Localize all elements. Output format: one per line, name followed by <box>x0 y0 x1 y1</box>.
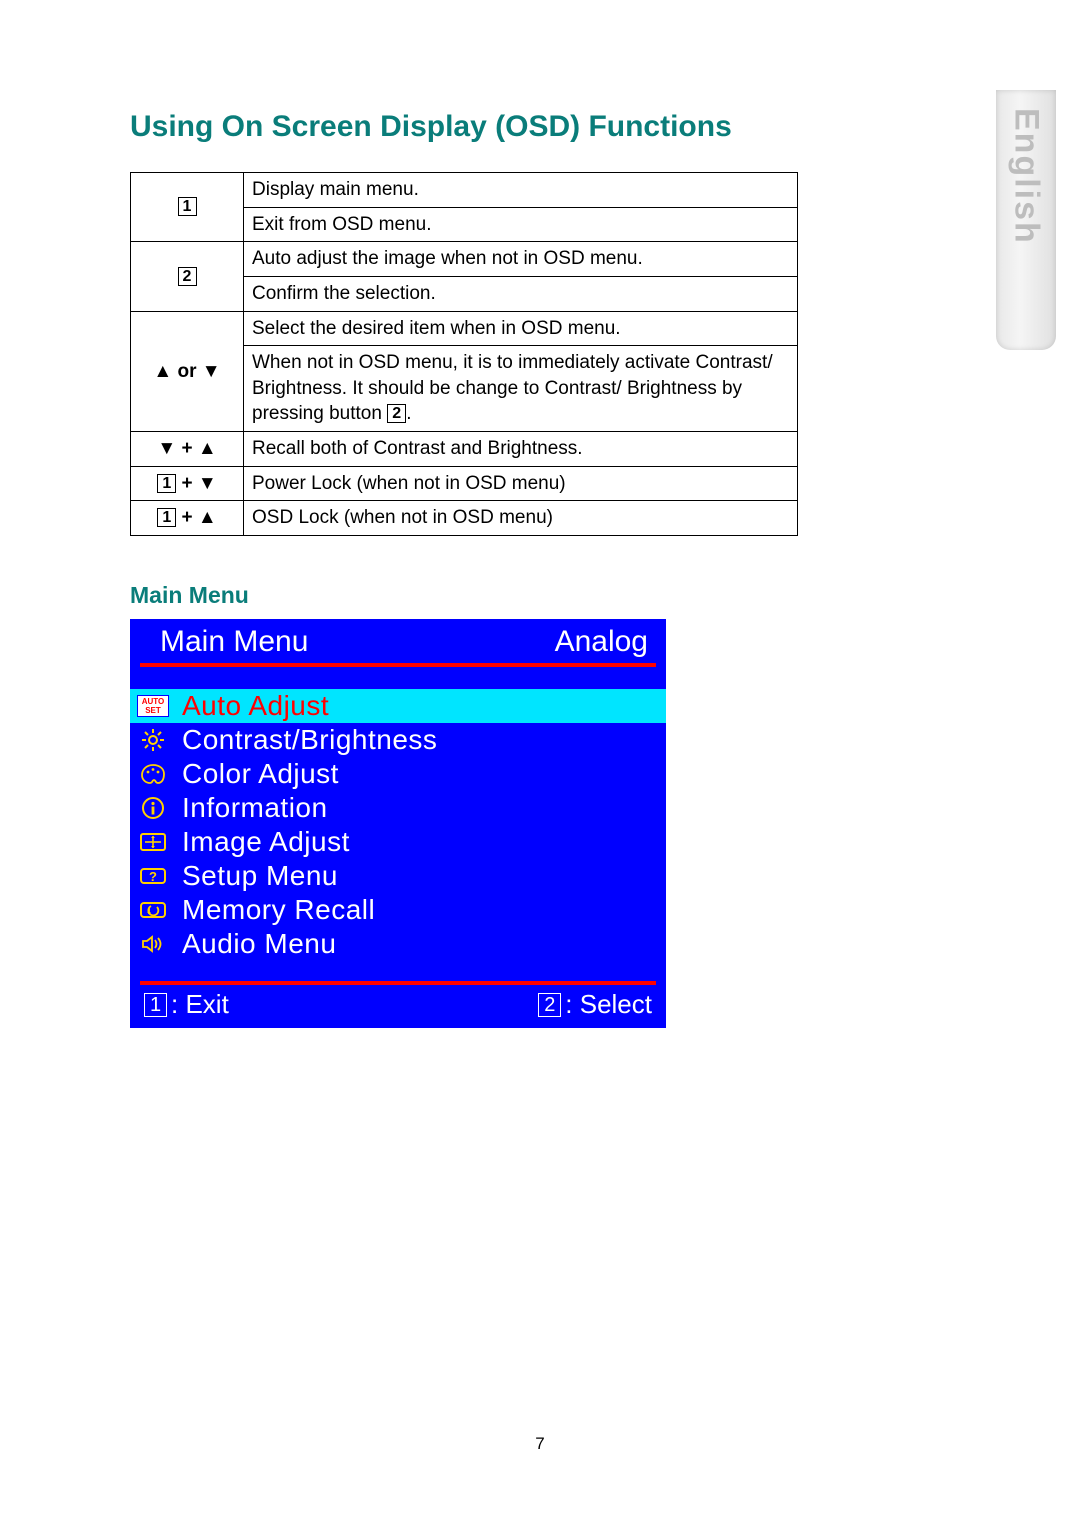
osd-header: Main Menu Analog <box>130 619 666 663</box>
desc-cell: When not in OSD menu, it is to immediate… <box>244 346 798 432</box>
info-icon <box>136 795 170 821</box>
osd-footer-select: 2: Select <box>538 989 652 1020</box>
page-number: 7 <box>0 1434 1080 1454</box>
language-label: English <box>1007 108 1046 245</box>
osd-item-color-adjust[interactable]: Color Adjust <box>130 757 666 791</box>
sub-title: Main Menu <box>130 582 950 609</box>
osd-item-information[interactable]: Information <box>130 791 666 825</box>
desc-cell: Confirm the selection. <box>244 276 798 311</box>
boxed-1-icon: 1 <box>157 474 176 493</box>
osd-functions-table: 1 Display main menu. Exit from OSD menu.… <box>130 172 798 536</box>
osd-item-label: Information <box>182 792 328 824</box>
desc-cell: Recall both of Contrast and Brightness. <box>244 432 798 467</box>
osd-header-left: Main Menu <box>160 625 308 659</box>
desc-cell: Exit from OSD menu. <box>244 207 798 242</box>
osd-item-label: Image Adjust <box>182 826 350 858</box>
desc-cell: Auto adjust the image when not in OSD me… <box>244 242 798 277</box>
auto-set-icon: AUTOSET <box>136 693 170 719</box>
osd-header-right: Analog <box>555 625 648 659</box>
section-title: Using On Screen Display (OSD) Functions <box>130 110 950 144</box>
key-cell: 2 <box>131 242 244 311</box>
table-row: 2 Auto adjust the image when not in OSD … <box>131 242 798 277</box>
triangle-up-icon <box>198 438 217 459</box>
osd-item-image-adjust[interactable]: Image Adjust <box>130 825 666 859</box>
desc-text: When not in OSD menu, it is to immediate… <box>252 352 773 424</box>
table-row: + Recall both of Contrast and Brightness… <box>131 432 798 467</box>
osd-item-setup-menu[interactable]: ? Setup Menu <box>130 859 666 893</box>
key-cell: 1 + <box>131 501 244 536</box>
key-cell: + <box>131 432 244 467</box>
osd-footer-exit: 1: Exit <box>144 989 229 1020</box>
desc-cell: Select the desired item when in OSD menu… <box>244 311 798 346</box>
boxed-1-icon: 1 <box>178 197 197 216</box>
triangle-up-icon <box>198 507 217 528</box>
osd-item-label: Color Adjust <box>182 758 339 790</box>
osd-item-label: Auto Adjust <box>182 690 329 722</box>
triangle-down-icon <box>157 438 176 459</box>
osd-footer-right-label: : Select <box>565 989 652 1019</box>
osd-item-label: Contrast/Brightness <box>182 724 437 756</box>
svg-text:?: ? <box>149 869 157 884</box>
osd-item-auto-adjust[interactable]: AUTOSET Auto Adjust <box>130 689 666 723</box>
table-row: 1 + OSD Lock (when not in OSD menu) <box>131 501 798 536</box>
table-row: 1 + Power Lock (when not in OSD menu) <box>131 466 798 501</box>
recall-icon <box>136 897 170 923</box>
table-row: 1 Display main menu. <box>131 173 798 208</box>
palette-icon <box>136 761 170 787</box>
osd-item-contrast-brightness[interactable]: Contrast/Brightness <box>130 723 666 757</box>
triangle-up-icon <box>153 361 172 382</box>
osd-item-label: Memory Recall <box>182 894 375 926</box>
boxed-2-icon: 2 <box>538 993 561 1017</box>
boxed-1-icon: 1 <box>157 508 176 527</box>
audio-icon <box>136 931 170 957</box>
table-row: or Select the desired item when in OSD m… <box>131 311 798 346</box>
osd-item-label: Setup Menu <box>182 860 338 892</box>
boxed-1-icon: 1 <box>144 993 167 1017</box>
osd-item-memory-recall[interactable]: Memory Recall <box>130 893 666 927</box>
setup-icon: ? <box>136 863 170 889</box>
triangle-down-icon <box>202 361 221 382</box>
image-adjust-icon <box>136 829 170 855</box>
language-tab: English <box>996 90 1056 350</box>
osd-footer: 1: Exit 2: Select <box>130 985 666 1028</box>
key-cell: 1 + <box>131 466 244 501</box>
boxed-2-icon: 2 <box>387 404 406 423</box>
desc-cell: OSD Lock (when not in OSD menu) <box>244 501 798 536</box>
key-cell: 1 <box>131 173 244 242</box>
osd-footer-left-label: : Exit <box>171 989 229 1019</box>
osd-panel: Main Menu Analog AUTOSET Auto Adjust Con… <box>130 619 666 1028</box>
triangle-down-icon <box>198 473 217 494</box>
key-cell: or <box>131 311 244 432</box>
osd-item-audio-menu[interactable]: Audio Menu <box>130 927 666 961</box>
sun-icon <box>136 727 170 753</box>
desc-cell: Display main menu. <box>244 173 798 208</box>
desc-text: . <box>406 403 411 424</box>
osd-item-label: Audio Menu <box>182 928 336 960</box>
boxed-2-icon: 2 <box>178 267 197 286</box>
desc-cell: Power Lock (when not in OSD menu) <box>244 466 798 501</box>
osd-items: AUTOSET Auto Adjust Contrast/Brightness … <box>130 689 666 967</box>
